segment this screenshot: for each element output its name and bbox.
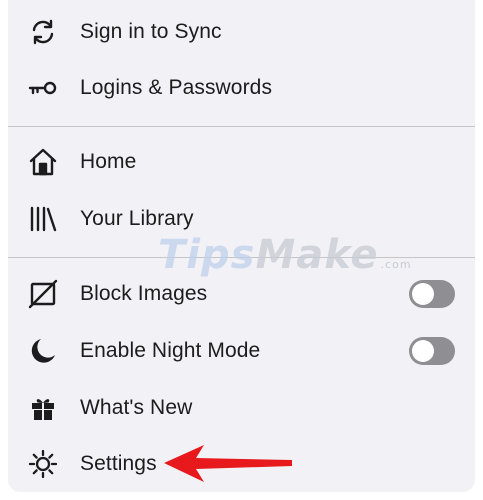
gift-icon: [28, 393, 58, 423]
block-images-icon: [28, 279, 58, 309]
menu-item-label: Block Images: [80, 282, 208, 305]
menu-item-sign-in-to-sync[interactable]: Sign in to Sync: [8, 4, 475, 60]
menu-item-label: Settings: [80, 452, 157, 475]
toggle-knob: [412, 340, 434, 362]
menu-item-label: Sign in to Sync: [80, 20, 222, 43]
menu-item-label: Logins & Passwords: [80, 76, 273, 99]
menu-item-label: Your Library: [80, 207, 194, 230]
moon-icon: [28, 336, 58, 366]
app-menu: Sign in to Sync Logins & Passwords Home …: [8, 0, 475, 492]
sync-icon: [28, 17, 58, 47]
key-icon: [28, 73, 58, 103]
menu-item-label: What's New: [80, 396, 193, 419]
watermark-logo: TipsMake .com: [158, 232, 412, 278]
menu-item-whats-new[interactable]: What's New: [8, 380, 475, 436]
home-icon: [28, 147, 58, 177]
night-mode-toggle[interactable]: [409, 337, 455, 365]
menu-item-label: Home: [80, 150, 137, 173]
toggle-knob: [412, 283, 434, 305]
library-icon: [28, 204, 58, 234]
menu-item-home[interactable]: Home: [8, 134, 475, 190]
block-images-toggle[interactable]: [409, 280, 455, 308]
menu-divider: [8, 126, 475, 127]
menu-item-logins-passwords[interactable]: Logins & Passwords: [8, 60, 475, 116]
screenshot-frame: Sign in to Sync Logins & Passwords Home …: [0, 0, 483, 500]
gear-icon: [28, 449, 58, 479]
menu-item-label: Enable Night Mode: [80, 339, 261, 362]
menu-item-enable-night-mode[interactable]: Enable Night Mode: [8, 323, 475, 379]
annotation-arrow: [164, 445, 292, 482]
